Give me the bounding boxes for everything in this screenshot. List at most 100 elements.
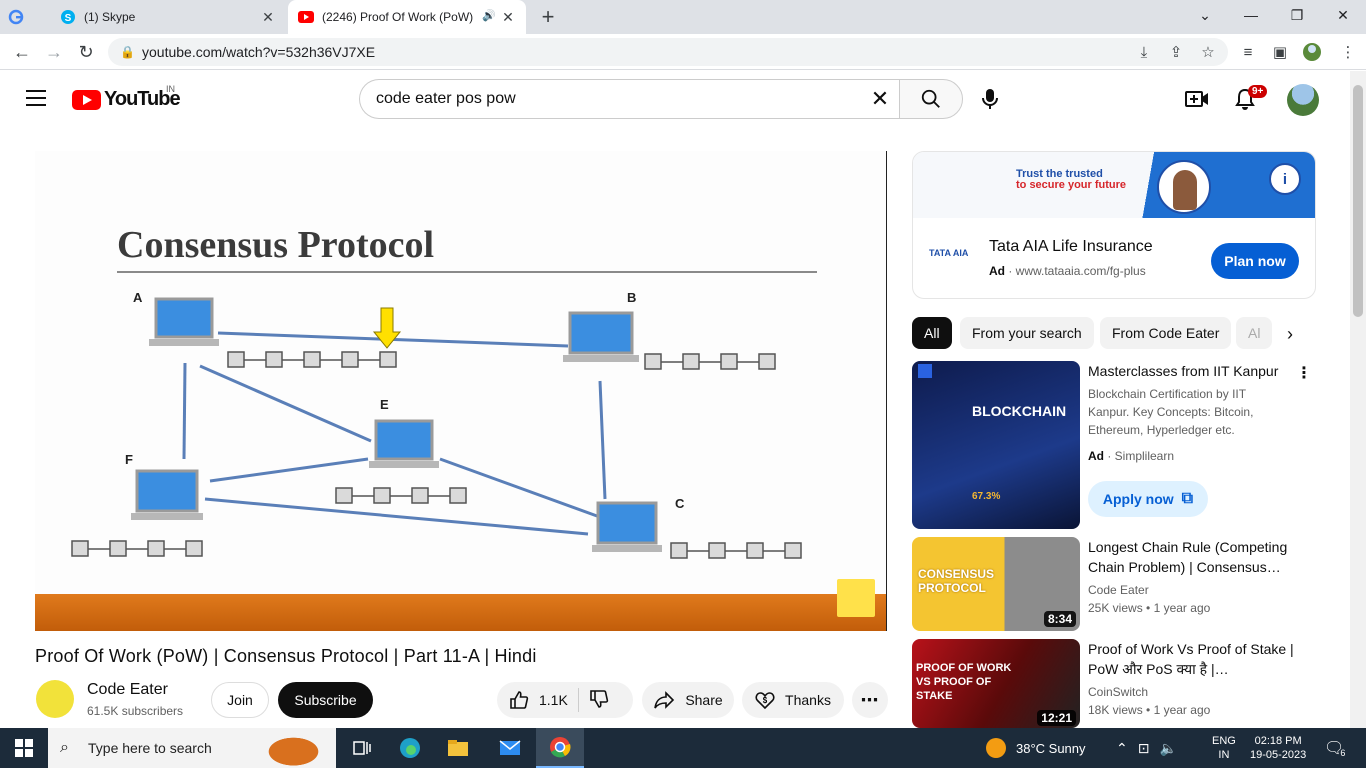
close-tab-icon[interactable]: ✕ — [260, 9, 276, 25]
video-thumbnail[interactable]: CONSENSUS PROTOCOL 8:34 — [912, 537, 1080, 631]
chrome-taskbar-icon[interactable] — [536, 728, 584, 768]
ad-card[interactable]: Trust the trusted to secure your future … — [912, 151, 1316, 299]
chip-more[interactable]: Al — [1236, 317, 1273, 349]
browser-toolbar: ← → ↻ 🔒 youtube.com/watch?v=532h36VJ7XE … — [0, 34, 1366, 70]
tab-google[interactable] — [8, 0, 48, 34]
restore-icon[interactable]: ❐ — [1274, 0, 1320, 30]
ad-corner-badge — [918, 364, 932, 378]
menu-icon[interactable] — [26, 90, 46, 106]
system-tray-icons[interactable]: ⌃ ⊡ 🔈 — [1116, 728, 1177, 768]
url-text: youtube.com/watch?v=532h36VJ7XE — [142, 44, 376, 60]
edge-icon[interactable] — [386, 728, 434, 768]
recommendation-video[interactable]: PROOF OF WORK VS PROOF OF STAKE 12:21 Pr… — [912, 639, 1352, 728]
close-tab-icon[interactable]: ✕ — [500, 9, 516, 25]
audio-playing-icon[interactable]: 🔊 — [482, 9, 496, 22]
more-actions-button[interactable]: ⋯ — [852, 682, 888, 718]
channel-watermark[interactable] — [837, 579, 875, 617]
back-icon[interactable]: ← — [10, 40, 34, 64]
notification-center-icon[interactable]: 🗨 6 — [1324, 728, 1345, 768]
ad-banner[interactable]: Trust the trusted to secure your future … — [913, 152, 1315, 218]
more-vertical-icon[interactable]: ⋮ — [1296, 363, 1312, 383]
install-icon[interactable]: ⤓ — [1134, 42, 1154, 62]
tab-search-icon[interactable]: ⌄ — [1182, 0, 1228, 30]
chrome-menu-icon[interactable]: ⋮ — [1338, 42, 1358, 62]
weather-widget[interactable]: 38°C Sunny — [986, 728, 1086, 768]
search-input[interactable]: code eater pos pow ✕ — [359, 79, 899, 119]
share-button[interactable]: Share — [642, 682, 734, 718]
ad-person-image — [1157, 160, 1211, 214]
recommendation-ad[interactable]: BLOCKCHAIN 67.3% Masterclasses from IIT … — [912, 361, 1352, 529]
volume-icon[interactable]: 🔈 — [1159, 740, 1176, 757]
recommendation-title[interactable]: Longest Chain Rule (Competing Chain Prob… — [1088, 537, 1298, 577]
heart-dollar-icon: $ — [755, 692, 775, 710]
media-control-icon[interactable]: ≡ — [1238, 42, 1258, 62]
notification-count-badge: 9+ — [1248, 85, 1268, 98]
share-icon — [654, 691, 675, 709]
language-indicator[interactable]: ENG IN — [1212, 728, 1236, 768]
clock[interactable]: 02:18 PM 19-05-2023 — [1250, 728, 1306, 768]
create-video-icon[interactable] — [1183, 85, 1211, 113]
tab-youtube[interactable]: (2246) Proof Of Work (PoW) 🔊 ✕ — [288, 0, 526, 34]
file-explorer-icon[interactable] — [434, 728, 482, 768]
video-player[interactable]: Consensus Protocol A B E F C — [35, 151, 887, 631]
info-icon[interactable]: i — [1269, 163, 1301, 195]
recommendation-channel[interactable]: CoinSwitch — [1088, 683, 1148, 701]
address-bar[interactable]: 🔒 youtube.com/watch?v=532h36VJ7XE — [108, 38, 1228, 66]
profile-avatar-icon[interactable] — [1302, 42, 1322, 62]
thumbs-down-icon — [590, 689, 608, 708]
search-icon: ⌕ — [60, 739, 69, 756]
lock-icon[interactable]: 🔒 — [120, 45, 135, 59]
network-icon[interactable]: ⊡ — [1138, 740, 1150, 757]
chevron-right-icon[interactable]: › — [1278, 324, 1302, 348]
recommendation-video[interactable]: CONSENSUS PROTOCOL 8:34 Longest Chain Ru… — [912, 537, 1352, 631]
bookmark-star-icon[interactable]: ☆ — [1198, 42, 1218, 62]
join-button[interactable]: Join — [211, 682, 269, 718]
recommendation-stats: 18K views • 1 year ago — [1088, 703, 1211, 717]
ad-url[interactable]: www.tataaia.com/fg-plus — [1016, 264, 1146, 278]
youtube-icon — [298, 9, 314, 25]
ad-tagline: to secure your future — [1016, 179, 1127, 191]
forward-icon[interactable]: → — [42, 40, 66, 64]
recommendation-channel[interactable]: Code Eater — [1088, 581, 1149, 599]
search-button[interactable] — [899, 79, 963, 119]
minimize-icon[interactable]: — — [1228, 0, 1274, 30]
mail-icon[interactable] — [486, 728, 534, 768]
chip-all[interactable]: All — [912, 317, 952, 349]
recommendation-title[interactable]: Proof of Work Vs Proof of Stake | PoW और… — [1088, 639, 1298, 679]
task-view-icon[interactable] — [338, 728, 386, 768]
chevron-up-icon[interactable]: ⌃ — [1116, 740, 1128, 757]
clear-search-icon[interactable]: ✕ — [869, 88, 891, 110]
chip-from-code-eater[interactable]: From Code Eater — [1100, 317, 1232, 349]
plan-now-button[interactable]: Plan now — [1211, 243, 1299, 279]
search-query: code eater pos pow — [376, 90, 516, 107]
recommendation-advertiser: Ad · Simplilearn — [1088, 449, 1175, 463]
dislike-button[interactable] — [589, 689, 609, 712]
taskbar-search-input[interactable]: ⌕ Type here to search — [48, 728, 336, 768]
side-panel-icon[interactable]: ▣ — [1270, 42, 1290, 62]
reload-icon[interactable]: ↻ — [74, 40, 98, 64]
filter-chips: All From your search From Code Eater Al — [912, 317, 1316, 349]
thanks-button[interactable]: $ Thanks — [742, 682, 844, 718]
account-avatar[interactable] — [1287, 84, 1319, 116]
external-link-icon: ⧉ — [1181, 490, 1194, 507]
youtube-logo[interactable]: YouTube IN — [72, 84, 181, 111]
apply-now-button[interactable]: Apply now ⧉ — [1088, 481, 1208, 517]
scrollbar-thumb[interactable] — [1353, 85, 1363, 317]
voice-search-button[interactable] — [974, 83, 1006, 115]
video-thumbnail[interactable]: BLOCKCHAIN 67.3% — [912, 361, 1080, 529]
subscribe-button[interactable]: Subscribe — [278, 682, 373, 718]
ad-title[interactable]: Tata AIA Life Insurance — [989, 238, 1153, 256]
channel-avatar[interactable] — [36, 680, 74, 718]
like-button[interactable]: 1.1K — [509, 690, 568, 710]
video-thumbnail[interactable]: PROOF OF WORK VS PROOF OF STAKE 12:21 — [912, 639, 1080, 728]
windows-start-icon[interactable] — [0, 728, 48, 768]
recommendation-title[interactable]: Masterclasses from IIT Kanpur — [1088, 361, 1288, 381]
new-tab-button[interactable]: + — [536, 0, 560, 34]
tab-skype[interactable]: S (1) Skype ✕ — [48, 0, 286, 34]
channel-name[interactable]: Code Eater — [87, 681, 168, 699]
svg-text:S: S — [65, 13, 72, 24]
close-window-icon[interactable]: ✕ — [1320, 0, 1366, 30]
chip-from-your-search[interactable]: From your search — [960, 317, 1094, 349]
share-page-icon[interactable]: ⇪ — [1166, 42, 1186, 62]
page-scrollbar[interactable] — [1350, 71, 1366, 728]
